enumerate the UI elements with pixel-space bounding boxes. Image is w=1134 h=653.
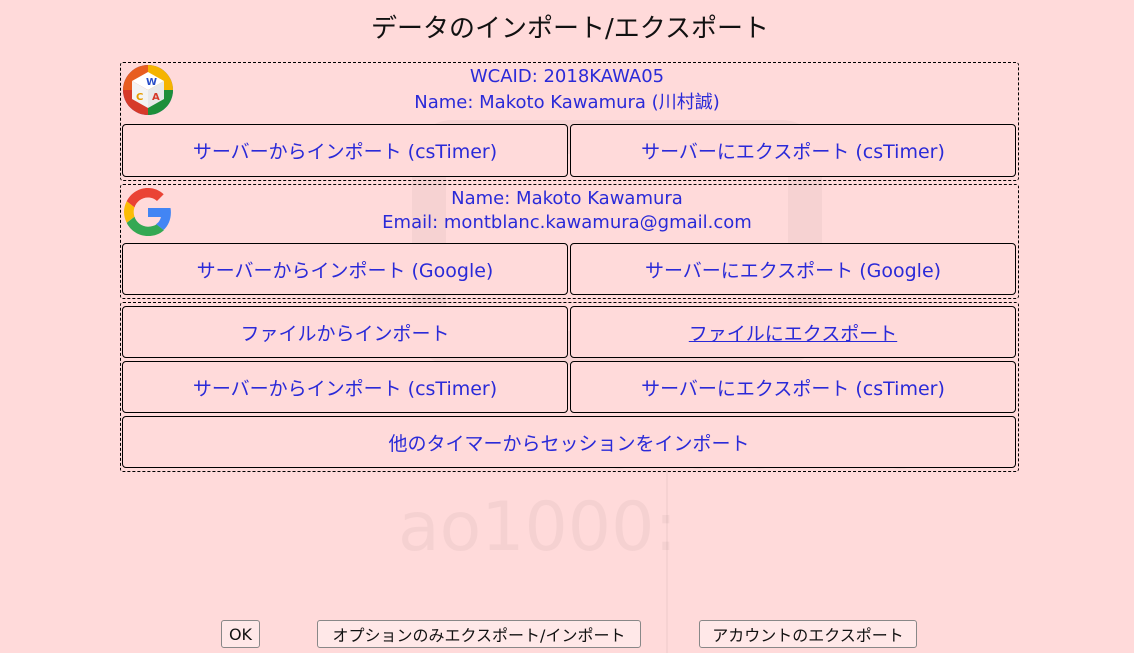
- export-file-button[interactable]: ファイルにエクスポート: [570, 306, 1016, 358]
- google-import-server-button[interactable]: サーバーからインポート (Google): [122, 243, 568, 295]
- google-email-text: Email: montblanc.kawamura@gmail.com: [382, 212, 752, 233]
- dialog-title: データのインポート/エクスポート: [371, 14, 769, 44]
- wca-account-info: WCAID: 2018KAWA05 Name: Makoto Kawamura …: [0, 64, 1134, 116]
- options-export-import-button[interactable]: オプションのみエクスポート/インポート: [317, 620, 641, 648]
- export-import-dialog: 2020-02-18 ao1000: データのインポート/エクスポート W C …: [0, 0, 1134, 653]
- import-other-timer-button[interactable]: 他のタイマーからセッションをインポート: [122, 416, 1016, 468]
- wca-name-text: Name: Makoto Kawamura (川村誠): [414, 92, 720, 113]
- ok-button[interactable]: OK: [221, 620, 260, 648]
- import-server-button[interactable]: サーバーからインポート (csTimer): [122, 361, 568, 413]
- wca-import-server-button[interactable]: サーバーからインポート (csTimer): [122, 124, 568, 177]
- export-file-link[interactable]: ファイルにエクスポート: [689, 319, 897, 346]
- wca-export-server-button[interactable]: サーバーにエクスポート (csTimer): [570, 124, 1016, 177]
- google-export-server-button[interactable]: サーバーにエクスポート (Google): [570, 243, 1016, 295]
- wca-id-text: WCAID: 2018KAWA05: [469, 66, 665, 87]
- google-name-text: Name: Makoto Kawamura: [451, 188, 683, 209]
- export-server-button[interactable]: サーバーにエクスポート (csTimer): [570, 361, 1016, 413]
- account-export-button[interactable]: アカウントのエクスポート: [699, 620, 917, 648]
- background-ao-text: ao1000:: [398, 488, 677, 567]
- google-account-info: Name: Makoto Kawamura Email: montblanc.k…: [0, 187, 1134, 235]
- background-divider: [666, 470, 668, 653]
- import-file-button[interactable]: ファイルからインポート: [122, 306, 568, 358]
